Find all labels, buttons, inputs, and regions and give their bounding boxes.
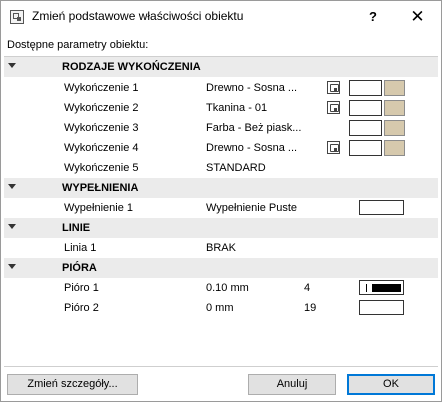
fill-row-1[interactable]: Wypełnienie 1 Wypełnienie Puste (4, 198, 438, 218)
category-label: LINIE (62, 222, 91, 234)
finish-value[interactable]: Tkanina - 01 (206, 102, 267, 114)
line-label: Linia 1 (64, 242, 97, 254)
help-button[interactable]: ? (353, 2, 393, 31)
pen-number[interactable]: 19 (304, 302, 316, 314)
close-button[interactable]: ✕ (395, 2, 440, 31)
collapse-arrow-icon[interactable] (8, 184, 16, 189)
line-value[interactable]: BRAK (206, 242, 236, 254)
surface-swatch[interactable] (349, 100, 382, 116)
finish-label: Wykończenie 4 (64, 142, 139, 154)
finish-label: Wykończenie 2 (64, 102, 139, 114)
material-edit-icon[interactable] (327, 81, 340, 94)
category-lines[interactable]: LINIE (4, 218, 438, 238)
finish-value[interactable]: Drewno - Sosna ... (206, 142, 297, 154)
collapse-arrow-icon[interactable] (8, 264, 16, 269)
surface-color-swatch[interactable] (384, 120, 405, 136)
dialog-window: Zmień podstawowe właściwości obiektu ? ✕… (0, 0, 442, 402)
pen-weight[interactable]: 0.10 mm (206, 282, 249, 294)
parameters-list: RODZAJE WYKOŃCZENIA Wykończenie 1 Drewno… (4, 56, 438, 366)
fill-preview[interactable] (359, 200, 404, 215)
surface-swatch[interactable] (349, 140, 382, 156)
finish-row-1[interactable]: Wykończenie 1 Drewno - Sosna ... (4, 78, 438, 98)
category-fills[interactable]: WYPEŁNIENIA (4, 178, 438, 198)
cancel-button[interactable]: Anuluj (248, 374, 336, 395)
finish-row-4[interactable]: Wykończenie 4 Drewno - Sosna ... (4, 138, 438, 158)
object-icon (10, 10, 24, 24)
finish-value[interactable]: Drewno - Sosna ... (206, 82, 297, 94)
collapse-arrow-icon[interactable] (8, 224, 16, 229)
surface-swatch[interactable] (349, 80, 382, 96)
surface-color-swatch[interactable] (384, 100, 405, 116)
footer-divider (4, 366, 438, 367)
finish-row-2[interactable]: Wykończenie 2 Tkanina - 01 (4, 98, 438, 118)
finish-value[interactable]: Farba - Beż piask... (206, 122, 301, 134)
ok-button[interactable]: OK (347, 374, 435, 395)
surface-color-swatch[interactable] (384, 80, 405, 96)
title-bar: Zmień podstawowe właściwości obiektu ? ✕ (1, 1, 441, 32)
finish-value[interactable]: STANDARD (206, 162, 266, 174)
category-label: PIÓRA (62, 262, 97, 274)
material-edit-icon[interactable] (327, 141, 340, 154)
pen-label: Pióro 2 (64, 302, 99, 314)
surface-swatch[interactable] (349, 120, 382, 136)
category-finishes[interactable]: RODZAJE WYKOŃCZENIA (4, 57, 438, 77)
pen-weight[interactable]: 0 mm (206, 302, 234, 314)
pen-label: Pióro 1 (64, 282, 99, 294)
pen-number[interactable]: 4 (304, 282, 310, 294)
category-label: RODZAJE WYKOŃCZENIA (62, 61, 201, 73)
pen-line-icon (372, 284, 401, 292)
surface-color-swatch[interactable] (384, 140, 405, 156)
line-row-1[interactable]: Linia 1 BRAK (4, 238, 438, 258)
finish-row-5[interactable]: Wykończenie 5 STANDARD (4, 158, 438, 178)
fill-value[interactable]: Wypełnienie Puste (206, 202, 297, 214)
finish-row-3[interactable]: Wykończenie 3 Farba - Beż piask... (4, 118, 438, 138)
finish-label: Wykończenie 3 (64, 122, 139, 134)
material-edit-icon[interactable] (327, 101, 340, 114)
finish-label: Wykończenie 5 (64, 162, 139, 174)
pen-preview[interactable] (359, 280, 404, 295)
pen-preview[interactable] (359, 300, 404, 315)
finish-label: Wykończenie 1 (64, 82, 139, 94)
fill-label: Wypełnienie 1 (64, 202, 133, 214)
parameters-heading: Dostępne parametry obiektu: (7, 39, 149, 51)
dialog-title: Zmień podstawowe właściwości obiektu (32, 9, 244, 23)
pen-row-1[interactable]: Pióro 1 0.10 mm 4 (4, 278, 438, 298)
category-label: WYPEŁNIENIA (62, 182, 139, 194)
pen-row-2[interactable]: Pióro 2 0 mm 19 (4, 298, 438, 318)
collapse-arrow-icon[interactable] (8, 63, 16, 68)
category-pens[interactable]: PIÓRA (4, 258, 438, 278)
change-details-button[interactable]: Zmień szczegóły... (7, 374, 138, 395)
pen-tick-icon (366, 284, 367, 292)
